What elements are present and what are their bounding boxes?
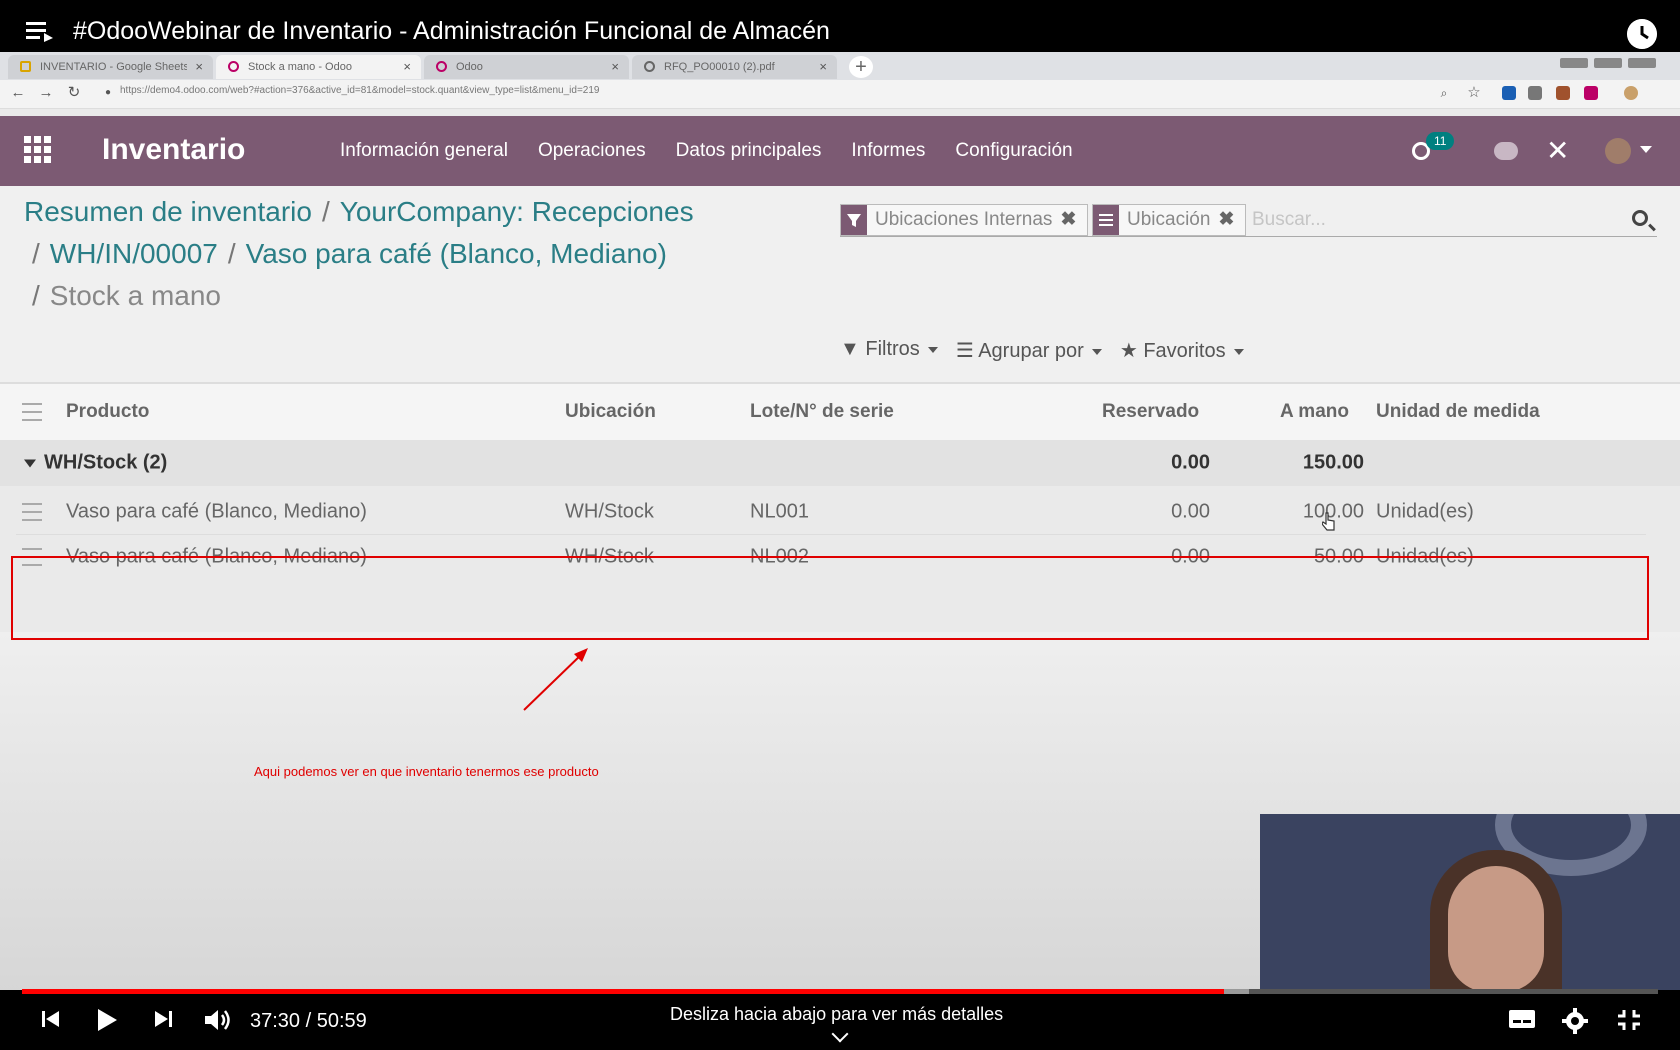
previous-icon[interactable] — [40, 1008, 62, 1030]
exit-fullscreen-icon[interactable] — [1616, 1008, 1642, 1032]
time-display: 37:30 / 50:59 — [250, 1010, 367, 1032]
annotation-text: Aqui podemos ver en que inventario tener… — [254, 764, 599, 779]
scroll-hint[interactable]: Desliza hacia abajo para ver más detalle… — [670, 1004, 1003, 1025]
next-icon[interactable] — [152, 1008, 174, 1030]
video-frame[interactable]: INVENTARIO - Google Sheets × Stock a man… — [0, 52, 1680, 996]
video-top-bar: #OdooWebinar de Inventario - Administrac… — [0, 0, 1680, 56]
chevron-down-icon[interactable] — [831, 1025, 849, 1043]
video-title[interactable]: #OdooWebinar de Inventario - Administrac… — [73, 16, 830, 46]
watch-later-icon[interactable] — [1627, 19, 1657, 49]
play-icon[interactable] — [96, 1008, 118, 1032]
volume-icon[interactable] — [204, 1008, 232, 1032]
presenter-video-overlay — [1260, 814, 1680, 996]
subtitles-icon[interactable] — [1508, 1008, 1536, 1030]
played-bar — [22, 989, 1225, 994]
progress-bar[interactable] — [22, 989, 1658, 994]
settings-gear-icon[interactable] — [1562, 1008, 1588, 1034]
player-controls: 37:30 / 50:59 Desliza hacia abajo para v… — [0, 989, 1680, 1050]
playlist-icon[interactable] — [26, 20, 54, 42]
